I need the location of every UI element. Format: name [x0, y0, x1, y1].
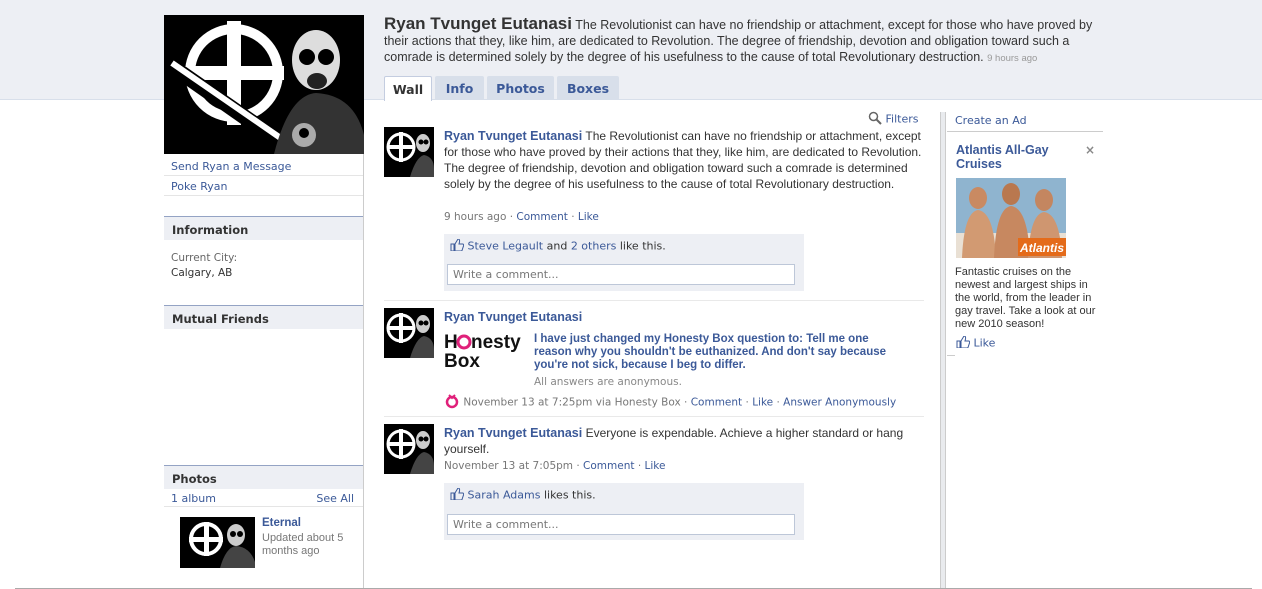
liker-name[interactable]: Steve Legault — [468, 240, 544, 253]
profile-name: Ryan Tvunget Eutanasi — [384, 14, 572, 33]
thumbs-up-icon — [450, 487, 465, 503]
likes-row: Steve Legault and 2 others like this. — [450, 238, 666, 254]
album-name-link[interactable]: Eternal — [262, 517, 301, 529]
like-link[interactable]: Like — [752, 397, 773, 409]
liker-name[interactable]: Sarah Adams — [468, 489, 541, 502]
post-time-3[interactable]: November 13 at 7:05pm — [444, 460, 573, 472]
anonymous-note: All answers are anonymous. — [534, 376, 682, 388]
answer-anonymously-link[interactable]: Answer Anonymously — [783, 397, 896, 409]
svg-text:nesty: nesty — [471, 332, 521, 353]
current-city-value: Calgary, AB — [171, 267, 233, 279]
post-time-2[interactable]: November 13 at 7:25pm via Honesty Box — [463, 397, 680, 409]
poke-link[interactable]: Poke Ryan — [164, 176, 363, 196]
ad-body: Fantastic cruises on the newest and larg… — [955, 266, 1096, 330]
honesty-box-logo[interactable]: H nesty Box — [444, 330, 526, 372]
filters-label[interactable]: Filters — [886, 113, 919, 126]
header-time: 9 hours ago — [987, 53, 1038, 64]
search-icon — [868, 111, 882, 128]
tab-boxes[interactable]: Boxes — [557, 76, 619, 100]
album-thumbnail[interactable] — [180, 517, 255, 568]
photos-divider — [164, 506, 363, 507]
thumbs-up-icon — [450, 238, 465, 254]
story-divider — [384, 416, 924, 417]
tab-wall[interactable]: Wall — [384, 76, 432, 101]
likes-suffix: like this. — [619, 239, 666, 253]
likes-row: Sarah Adams likes this. — [450, 487, 596, 503]
likes-others[interactable]: 2 others — [571, 240, 617, 253]
post-story-3: Ryan Tvunget Eutanasi Everyone is expend… — [444, 425, 924, 457]
comment-field[interactable]: Write a comment... — [447, 514, 795, 535]
profile-header: Ryan Tvunget Eutanasi The Revolutionist … — [384, 14, 1109, 67]
honesty-question[interactable]: I have just changed my Honesty Box quest… — [534, 333, 906, 372]
svg-text:Box: Box — [444, 351, 480, 370]
left-sidebar: Send Ryan a Message Poke Ryan Informatio… — [164, 15, 364, 589]
album-count[interactable]: 1 album — [171, 492, 216, 505]
close-icon[interactable]: × — [1085, 143, 1095, 157]
tab-info[interactable]: Info — [435, 76, 484, 100]
comment-field[interactable]: Write a comment... — [447, 264, 795, 285]
ad-like-label[interactable]: Like — [974, 337, 996, 350]
post-author[interactable]: Ryan Tvunget Eutanasi — [444, 426, 582, 440]
comment-link[interactable]: Comment — [691, 397, 742, 409]
post-avatar[interactable] — [384, 424, 434, 474]
poke-text[interactable]: Poke Ryan — [171, 180, 227, 193]
ad-logo-text: Atlantis — [1019, 241, 1064, 255]
post-avatar[interactable] — [384, 127, 434, 177]
post-author[interactable]: Ryan Tvunget Eutanasi — [444, 310, 582, 324]
ad-divider-short — [947, 355, 955, 356]
svg-text:H: H — [444, 332, 458, 353]
photos-header: Photos — [164, 465, 363, 489]
likes-and: and — [546, 239, 568, 253]
likes-box: Steve Legault and 2 others like this. Wr… — [444, 234, 804, 291]
post-meta-3: November 13 at 7:05pm · Comment · Like — [444, 460, 666, 472]
profile-picture[interactable] — [164, 15, 364, 154]
like-link[interactable]: Like — [578, 211, 599, 223]
likes-suffix: likes this. — [543, 488, 596, 502]
post-author[interactable]: Ryan Tvunget Eutanasi — [444, 129, 582, 143]
column-separator — [940, 112, 946, 589]
honesty-box-icon — [444, 393, 460, 412]
send-message-text[interactable]: Send Ryan a Message — [171, 160, 291, 173]
thumbs-up-icon — [956, 335, 971, 351]
comment-link[interactable]: Comment — [516, 211, 567, 223]
tab-photos[interactable]: Photos — [487, 76, 554, 100]
see-all[interactable]: See All — [316, 492, 354, 505]
album-count-link[interactable]: 1 album — [171, 492, 216, 505]
information-header: Information — [164, 216, 363, 240]
ad-divider — [947, 131, 1103, 132]
mutual-friends-header: Mutual Friends — [164, 305, 363, 329]
create-ad-link[interactable]: Create an Ad — [955, 114, 1027, 127]
post-avatar[interactable] — [384, 308, 434, 358]
see-all-link[interactable]: See All — [316, 492, 354, 505]
story-divider — [384, 300, 924, 301]
current-city-label: Current City: — [171, 252, 238, 264]
ad-like-button[interactable]: Like — [956, 335, 996, 351]
post-meta-2: November 13 at 7:25pm via Honesty Box · … — [444, 393, 896, 412]
post-story-2: Ryan Tvunget Eutanasi — [444, 309, 582, 325]
comment-link[interactable]: Comment — [583, 460, 634, 472]
post-meta: 9 hours ago · Comment · Like — [444, 211, 599, 223]
post-story: Ryan Tvunget Eutanasi The Revolutionist … — [444, 128, 924, 192]
like-link[interactable]: Like — [645, 460, 666, 472]
send-message-link[interactable]: Send Ryan a Message — [164, 156, 363, 176]
filters-button[interactable]: Filters — [868, 111, 918, 128]
likes-box: Sarah Adams likes this. Write a comment.… — [444, 483, 804, 540]
album-name[interactable]: Eternal — [262, 517, 301, 529]
ad-image[interactable]: Atlantis — [956, 178, 1066, 258]
ad-title[interactable]: Atlantis All-Gay Cruises — [956, 143, 1076, 171]
post-time[interactable]: 9 hours ago — [444, 211, 506, 223]
album-updated: Updated about 5 months ago — [262, 532, 344, 557]
